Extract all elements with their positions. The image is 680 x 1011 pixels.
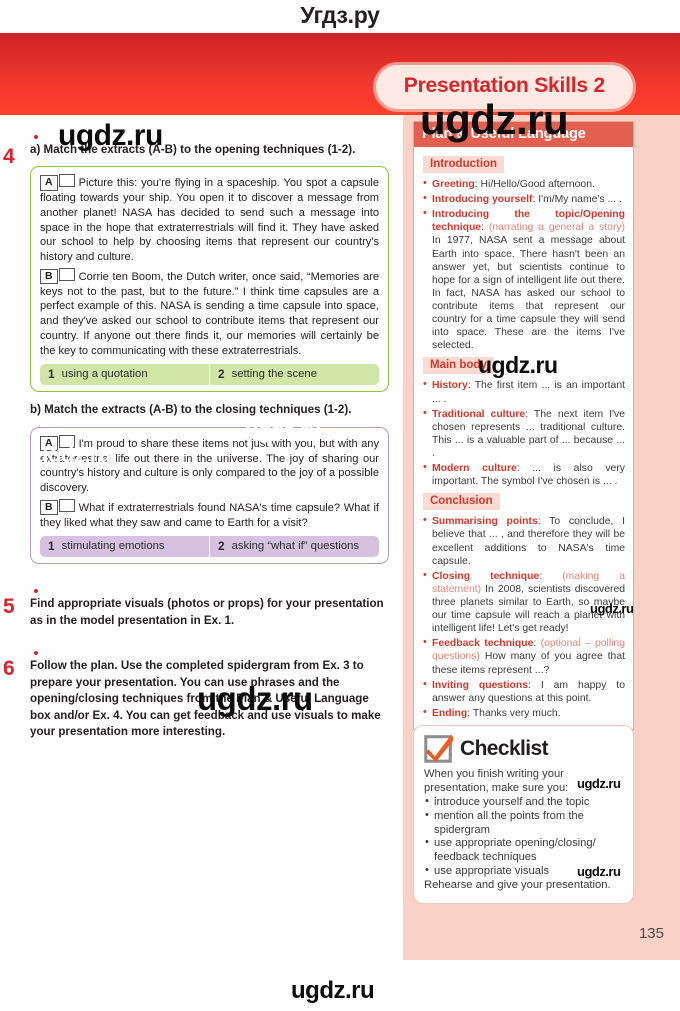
plan-item-label: Modern culture	[432, 463, 517, 475]
option-label: asking “what if” questions	[231, 540, 360, 553]
plan-item-label: Traditional culture	[432, 408, 526, 420]
answer-blank[interactable]	[58, 267, 75, 281]
exercise-number: 5	[3, 595, 15, 619]
options-row-opening: 1 using a quotation 2 setting the scene	[40, 364, 379, 386]
answer-blank[interactable]	[58, 498, 75, 512]
list-item: History: The first item ... is an import…	[423, 378, 625, 405]
plan-item-body: I'm/My name's ... .	[538, 194, 622, 206]
extract-letter: B	[40, 499, 58, 516]
list-item: Introducing yourself: I'm/My name's ... …	[423, 192, 625, 206]
option-label: using a quotation	[61, 368, 148, 381]
exercise-text: Find appropriate visuals (photos or prop…	[30, 597, 384, 627]
site-brand-top: Угдз.ру	[300, 2, 380, 28]
red-bullet-dot	[34, 135, 38, 139]
plan-item-body: In 1977, NASA sent a message about Earth…	[432, 235, 625, 352]
plan-item-label: Summarising points	[432, 516, 538, 528]
list-item: Closing technique: (making a statement) …	[423, 569, 625, 636]
exercise-5: 5 Find appropriate visuals (photos or pr…	[3, 589, 389, 629]
list-item: Summarising points: To conclude, I belie…	[423, 514, 625, 567]
extract-a: A Picture this: you're flying in a spaces…	[40, 174, 379, 265]
plan-item-body: Hi/Hello/Good afternoon.	[480, 179, 595, 190]
plan-item-paren: (narrating a general a story)	[488, 222, 625, 234]
list-item: mention all the points from the spidergr…	[424, 809, 623, 838]
plan-item-label: Closing technique	[432, 570, 540, 582]
list-item: Introducing the topic/Opening technique:…	[423, 207, 625, 352]
red-bullet-dot	[34, 589, 38, 594]
plan-section-list-introduction: Greeting: Hi/Hello/Good afternoon. Intro…	[423, 177, 625, 352]
plan-section-tag-conclusion: Conclusion	[423, 493, 500, 511]
page-number: 135	[638, 925, 664, 942]
option-number: 2	[218, 367, 225, 382]
extract-box-opening: A Picture this: you're flying in a spaces…	[30, 166, 389, 393]
option-2[interactable]: 2 asking “what if” questions	[209, 536, 379, 558]
plan-section-tag-main-body: Main body	[423, 357, 494, 375]
list-item: Inviting questions: I am happy to answer…	[423, 678, 625, 705]
extract-text: I'm proud to share these items not just …	[40, 437, 379, 495]
option-2[interactable]: 2 setting the scene	[209, 364, 379, 386]
plan-section-list-main-body: History: The first item ... is an import…	[423, 378, 625, 488]
option-1[interactable]: 1 stimulating emotions	[40, 536, 209, 557]
checklist-intro: When you finish writing your presentatio…	[424, 768, 569, 794]
option-1[interactable]: 1 using a quotation	[40, 364, 209, 385]
extract-b: B Corrie ten Boom, the Dutch writer, once…	[40, 267, 379, 359]
extract-letter: A	[40, 175, 58, 191]
plan-box-body: Introduction Greeting: Hi/Hello/Good aft…	[414, 147, 633, 729]
extract-a: A I'm proud to share these items not just…	[40, 434, 379, 496]
textbook-page: Угдз.ру Presentation Skills 2 Plan & Use…	[0, 0, 680, 1011]
exercise-4: 4 a) Match the extracts (A-B) to the ope…	[3, 135, 389, 565]
option-label: stimulating emotions	[61, 540, 165, 553]
main-content: 4 a) Match the extracts (A-B) to the ope…	[0, 115, 403, 741]
plan-section-tag-introduction: Introduction	[423, 156, 505, 173]
exercise-6: 6 Follow the plan. Use the completed spi…	[3, 651, 389, 740]
checklist-items: introduce yourself and the topic mention…	[424, 795, 623, 879]
option-number: 1	[48, 367, 55, 382]
option-number: 1	[48, 539, 55, 554]
answer-blank[interactable]	[58, 434, 75, 448]
plan-item-label: Ending	[432, 707, 468, 719]
extract-text: Corrie ten Boom, the Dutch writer, once …	[40, 270, 379, 357]
extract-text: Picture this: you're flying in a spacesh…	[40, 177, 379, 264]
list-item: Modern culture: ... is also very importa…	[423, 461, 625, 488]
extract-box-closing: A I'm proud to share these items not just…	[30, 426, 389, 565]
answer-blank[interactable]	[58, 174, 75, 188]
checklist-header: Checklist	[424, 734, 623, 763]
exercise-prompt-b: b) Match the extracts (A-B) to the closi…	[30, 403, 352, 417]
checklist-title: Checklist	[460, 736, 549, 760]
checklist-outro: Rehearse and give your presentation.	[424, 879, 611, 892]
extract-text: What if extraterrestrials found NASA's t…	[40, 501, 379, 529]
list-item: use appropriate visuals	[424, 864, 623, 879]
page-title: Presentation Skills 2	[403, 74, 605, 97]
option-number: 2	[218, 539, 225, 554]
list-item: Traditional culture: The next item I've …	[423, 407, 625, 460]
list-item: Ending: Thanks very much.	[423, 706, 625, 720]
plan-item-label: Introducing yourself	[432, 194, 533, 206]
right-sidebar: Plan & Useful Language Introduction Gree…	[403, 115, 680, 960]
plan-item-label: Inviting questions	[432, 679, 528, 691]
checkmark-box-icon	[424, 734, 453, 763]
list-item: introduce yourself and the topic	[424, 795, 623, 810]
checklist-box: Checklist When you finish writing your p…	[413, 725, 634, 905]
list-item: Feedback technique: (optional – polling …	[423, 636, 625, 676]
exercise-number: 4	[3, 145, 15, 168]
plan-useful-language-box: Plan & Useful Language Introduction Gree…	[413, 121, 634, 730]
exercise-prompt-a: a) Match the extracts (A-B) to the openi…	[30, 143, 356, 156]
option-label: setting the scene	[231, 368, 317, 381]
exercise-text: Follow the plan. Use the completed spide…	[30, 659, 381, 739]
plan-box-heading: Plan & Useful Language	[414, 122, 633, 147]
page-title-pill: Presentation Skills 2	[375, 65, 633, 109]
plan-section-list-conclusion: Summarising points: To conclude, I belie…	[423, 514, 625, 720]
list-item: Greeting: Hi/Hello/Good afternoon.	[423, 177, 625, 191]
extract-letter: B	[40, 268, 58, 285]
red-bullet-dot	[34, 651, 38, 656]
extract-letter: A	[40, 435, 58, 452]
exercise-number: 6	[3, 657, 15, 681]
options-row-closing: 1 stimulating emotions 2 asking “what if…	[40, 536, 379, 558]
site-brand-bottom: ugdz.ru	[291, 977, 375, 1004]
list-item: use appropriate opening/closing/ feedbac…	[424, 836, 623, 865]
plan-item-label: Greeting	[432, 179, 475, 190]
extract-b: B What if extraterrestrials found NASA's …	[40, 498, 379, 531]
plan-item-label: History	[432, 380, 468, 392]
plan-item-body: Thanks very much.	[472, 707, 561, 719]
plan-item-label: Feedback technique	[432, 638, 534, 650]
